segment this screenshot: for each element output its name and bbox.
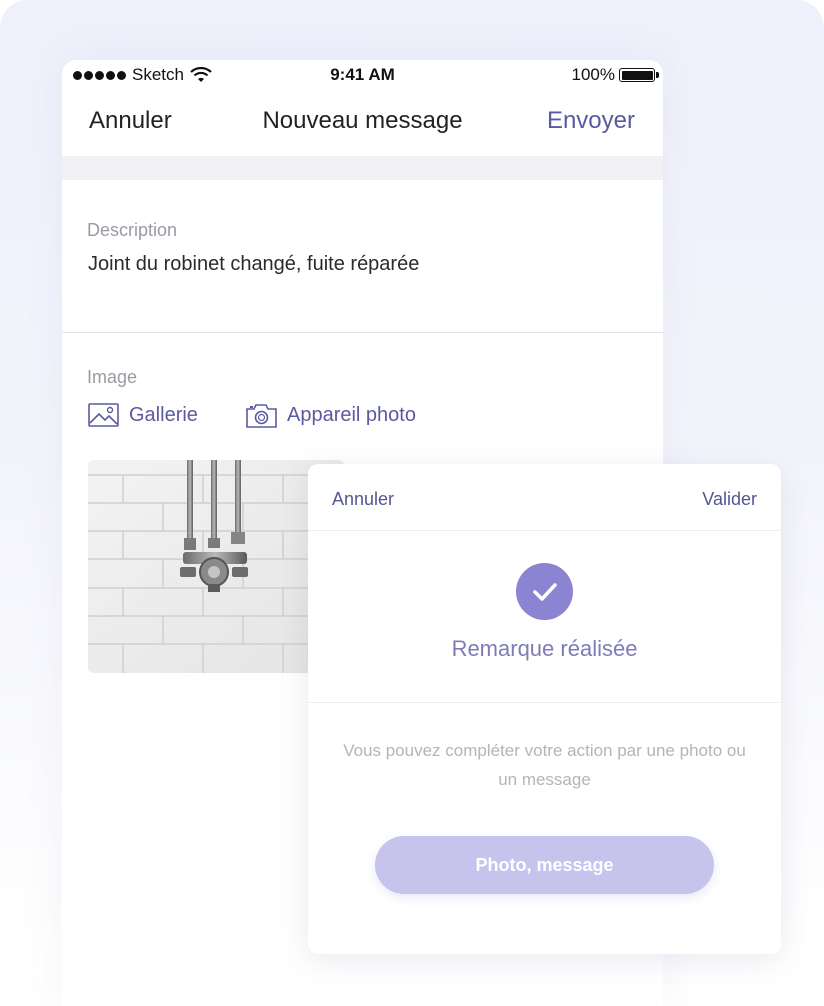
dialog-divider: [308, 702, 781, 703]
dialog-message: Vous pouvez compléter votre action par u…: [343, 741, 746, 789]
nav-bar: Annuler Nouveau message Envoyer: [62, 90, 663, 156]
status-right: 100%: [571, 65, 659, 85]
attached-photo[interactable]: [88, 460, 344, 673]
image-label: Image: [87, 367, 138, 387]
gallery-label: Gallerie: [129, 403, 198, 426]
dialog-header: Annuler Valider: [308, 464, 781, 531]
camera-button[interactable]: Appareil photo: [246, 403, 416, 428]
camera-label: Appareil photo: [287, 404, 416, 426]
dialog-cancel-button[interactable]: Annuler: [332, 489, 394, 510]
battery-icon: [619, 68, 659, 82]
camera-icon: [246, 404, 277, 428]
description-label: Description: [87, 220, 178, 240]
nav-send-button[interactable]: Envoyer: [547, 107, 635, 135]
check-icon: [516, 563, 573, 620]
nav-separator: [62, 156, 663, 180]
faucet-photo-image: [88, 460, 344, 673]
dialog-validate-button[interactable]: Valider: [702, 489, 757, 510]
dialog-title: Remarque réalisée: [451, 636, 638, 661]
description-field[interactable]: Joint du robinet changé, fuite réparée: [88, 253, 419, 276]
photo-message-button[interactable]: Photo, message: [375, 836, 714, 894]
gallery-button[interactable]: Gallerie: [88, 403, 198, 427]
status-bar: Sketch 9:41 AM 100%: [62, 60, 663, 90]
gallery-icon: [88, 403, 119, 427]
description-section[interactable]: Description Joint du robinet changé, fui…: [62, 180, 663, 333]
battery-percent: 100%: [571, 65, 615, 84]
completion-dialog: Annuler Valider Remarque réalisée Vous p…: [308, 464, 781, 954]
